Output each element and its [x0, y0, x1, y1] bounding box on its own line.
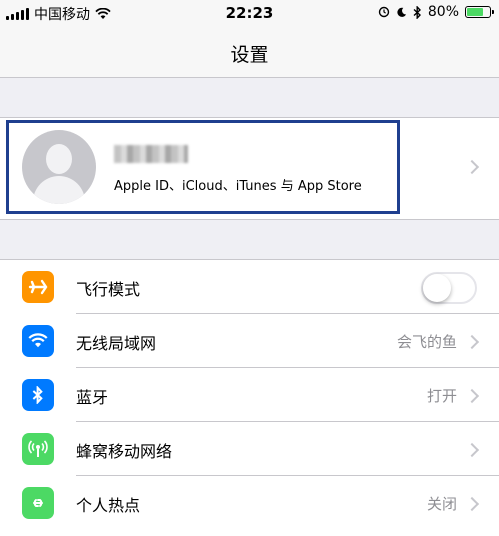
chevron-right-icon — [464, 388, 480, 404]
row-label: 无线局域网 — [76, 334, 157, 353]
toggle-knob — [423, 274, 451, 302]
status-bar: 中国移动 22:23 80% — [0, 0, 499, 26]
battery-percent: 80% — [427, 4, 459, 20]
settings-row-bluetooth[interactable]: 蓝牙 打开 — [0, 368, 499, 422]
cellular-icon — [22, 433, 54, 465]
settings-row-hotspot[interactable]: 个人热点 关闭 — [0, 476, 499, 530]
chevron-right-icon — [464, 442, 480, 458]
nav-bar: 设置 — [0, 26, 499, 78]
settings-row-cellular[interactable]: 蜂窝移动网络 — [0, 422, 499, 476]
hotspot-icon — [22, 487, 54, 519]
bluetooth-value: 打开 — [426, 387, 457, 405]
chevron-right-icon — [464, 496, 480, 512]
settings-list: 飞行模式 无线局域网 会飞的鱼 蓝牙 打开 蜂窝移动网络 个人热点 关闭 — [0, 259, 499, 536]
moon-icon — [397, 7, 406, 17]
bluetooth-icon — [413, 5, 421, 19]
airplane-mode-toggle[interactable] — [421, 272, 477, 304]
highlight-box — [6, 120, 400, 214]
settings-row-wifi[interactable]: 无线局域网 会飞的鱼 — [0, 314, 499, 368]
row-label: 蜂窝移动网络 — [76, 442, 173, 461]
chevron-right-icon — [464, 334, 480, 350]
wifi-network-value: 会飞的鱼 — [396, 333, 457, 351]
hotspot-value: 关闭 — [426, 495, 457, 513]
alarm-icon — [378, 6, 390, 18]
row-label: 飞行模式 — [76, 280, 141, 299]
status-right: 80% — [378, 4, 494, 20]
row-label: 蓝牙 — [76, 388, 109, 407]
chevron-right-icon — [464, 159, 480, 175]
apple-id-profile-cell[interactable]: Apple ID、iCloud、iTunes 与 App Store — [0, 117, 499, 220]
bluetooth-icon — [22, 379, 54, 411]
settings-row-airplane-mode[interactable]: 飞行模式 — [0, 260, 499, 314]
page-title: 设置 — [230, 44, 269, 66]
battery-fill — [467, 8, 483, 16]
wifi-icon — [22, 325, 54, 357]
row-label: 个人热点 — [76, 496, 141, 515]
airplane-icon — [22, 271, 54, 303]
battery-icon — [465, 6, 494, 18]
